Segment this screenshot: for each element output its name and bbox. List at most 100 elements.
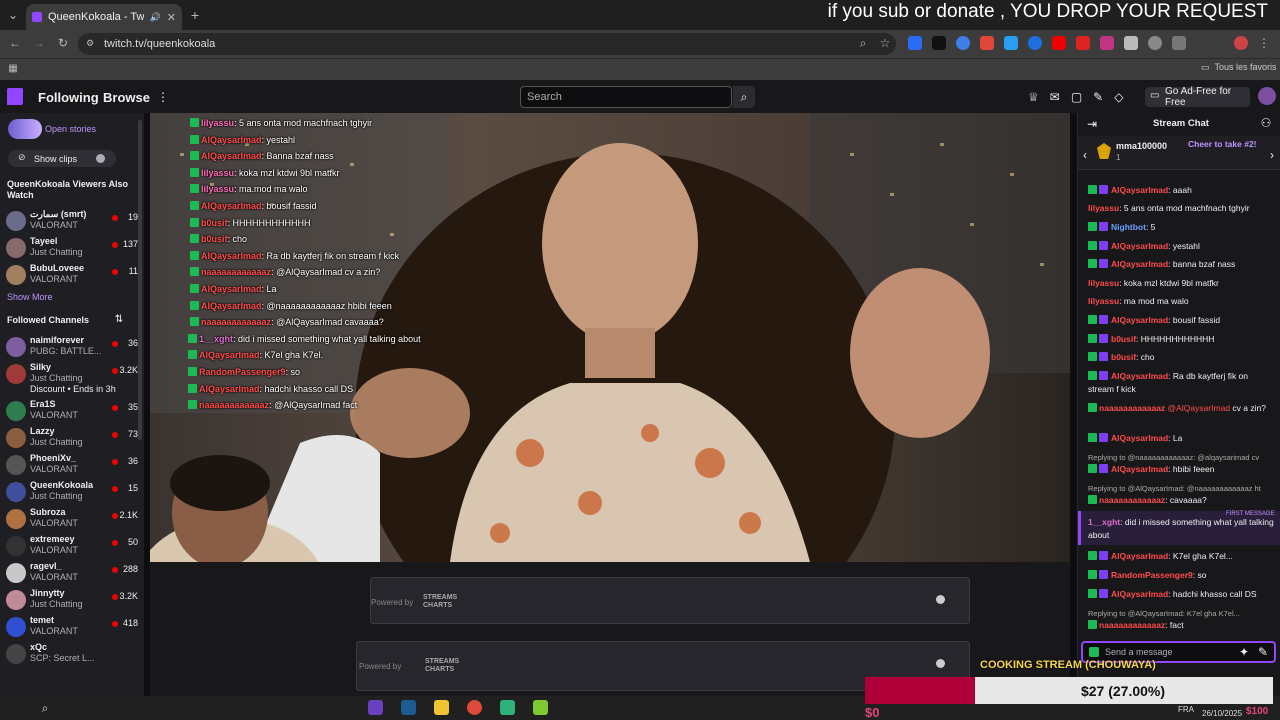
extensions-puzzle-icon[interactable] (1172, 36, 1186, 50)
chat-mention[interactable]: @AlQaysarImad (1168, 403, 1230, 413)
nav-following[interactable]: Following (38, 90, 99, 105)
panel-close-icon[interactable] (936, 659, 945, 668)
nav-browse[interactable]: Browse (103, 90, 150, 105)
chat-username[interactable]: 1__xght (1088, 517, 1120, 527)
avatar[interactable] (1234, 36, 1248, 50)
new-tab-icon[interactable]: + (188, 7, 202, 23)
extension-icon[interactable] (980, 36, 994, 50)
sidebar-channel[interactable]: naimiforever PUBG: BATTLE... 36 (0, 333, 144, 360)
address-bar[interactable]: twitch.tv/queenkokoala (78, 33, 896, 55)
sidebar-channel[interactable]: Lazzy Just Chatting 73 (0, 424, 144, 451)
open-stories-link[interactable]: Open stories (45, 124, 96, 134)
sidebar-channel[interactable]: BubuLoveee VALORANT 11 (0, 261, 144, 288)
pinned-username[interactable]: mma100000 (1116, 141, 1167, 151)
crown-icon[interactable]: ♕ (1028, 90, 1039, 104)
steam-icon[interactable] (401, 700, 416, 715)
chrome-icon[interactable] (467, 700, 482, 715)
extension-icon[interactable] (1076, 36, 1090, 50)
chat-users-icon[interactable]: ⚇ (1260, 116, 1272, 130)
chat-username[interactable]: b0usif (1111, 352, 1136, 362)
folder-icon[interactable] (434, 700, 449, 715)
taskbar-date[interactable]: 26/10/2025 (1202, 709, 1242, 718)
sidebar-channel[interactable]: temet VALORANT 418 (0, 613, 144, 640)
app-icon[interactable] (368, 700, 383, 715)
tab-close-icon[interactable]: ✕ (167, 11, 176, 24)
search-input[interactable]: Search (520, 86, 732, 108)
profile-icon[interactable] (1148, 36, 1162, 50)
notifications-icon[interactable]: ▢ (1071, 90, 1082, 104)
sidebar-channel[interactable]: xQc SCP: Secret L... (0, 640, 144, 667)
chat-badge-icon[interactable] (1089, 647, 1099, 657)
apps-grid-icon[interactable]: ▦ (7, 62, 19, 74)
sidebar-channel[interactable]: PhoeniXv_ VALORANT 36 (0, 451, 144, 478)
reload-icon[interactable]: ↻ (56, 36, 70, 50)
chat-username[interactable]: AlQaysarImad (1111, 551, 1168, 561)
show-clips-toggle[interactable]: ⊘ Show clips (8, 150, 116, 167)
chat-username[interactable]: AlQaysarImad (1111, 185, 1168, 195)
browser-tab[interactable]: QueenKokoala - Twitch 🔊 ✕ (26, 4, 182, 30)
emote-icon[interactable]: ✦ (1238, 645, 1250, 659)
cheer-link[interactable]: Cheer to take #2! (1188, 139, 1257, 149)
chat-username[interactable]: b0usif (1111, 334, 1136, 344)
youtube-icon[interactable] (1052, 36, 1066, 50)
chat-username[interactable]: AlQaysarImad (1111, 371, 1168, 381)
tab-audio-icon[interactable]: 🔊 (150, 12, 161, 23)
sidebar-channel[interactable]: سمارت (smrt) VALORANT 19 (0, 207, 144, 234)
chat-username[interactable]: lilyassu (1088, 278, 1119, 288)
extension-icon[interactable] (956, 36, 970, 50)
tab-search-icon[interactable]: ⌄ (6, 8, 20, 22)
show-more-link[interactable]: Show More (7, 292, 53, 302)
back-icon[interactable]: ← (8, 36, 22, 50)
bits-icon[interactable]: ✎ (1257, 645, 1269, 659)
sidebar-channel[interactable]: Silky Just Chatting 3.2K Discount • Ends in… (0, 360, 144, 394)
chat-username[interactable]: lilyassu (1088, 296, 1119, 306)
extension-icon[interactable] (1124, 36, 1138, 50)
panel-close-icon[interactable] (936, 595, 945, 604)
user-avatar[interactable] (1258, 87, 1276, 105)
chat-username[interactable]: AlQaysarImad (1111, 259, 1168, 269)
stories-avatars[interactable] (8, 119, 42, 139)
chat-username[interactable]: AlQaysarImad (1111, 315, 1168, 325)
keyboard-language[interactable]: FRA (1178, 705, 1194, 714)
sidebar-channel[interactable]: Jinnytty Just Chatting 3.2K (0, 586, 144, 613)
extension-icon[interactable] (1100, 36, 1114, 50)
app-icon[interactable] (533, 700, 548, 715)
chat-username[interactable]: naaaaaaaaaaaaz (1099, 403, 1165, 413)
collapse-chat-icon[interactable]: ⇥ (1086, 117, 1098, 131)
sort-icon[interactable]: ⇅ (113, 313, 125, 325)
gem-icon[interactable]: ◇ (1114, 90, 1123, 104)
search-icon[interactable]: ⌕ (38, 701, 52, 715)
chat-username[interactable]: lilyassu (1088, 203, 1119, 213)
forward-icon[interactable]: → (32, 36, 46, 50)
chat-username[interactable]: AlQaysarImad (1111, 464, 1168, 474)
browser-menu-icon[interactable]: ⋮ (1258, 36, 1270, 50)
sidebar-scrollbar[interactable] (138, 120, 142, 440)
more-menu-icon[interactable]: ⋮ (157, 89, 169, 105)
chat-username[interactable]: AlQaysarImad (1111, 589, 1168, 599)
extension-icon[interactable] (908, 36, 922, 50)
extension-icon[interactable] (932, 36, 946, 50)
close-icon[interactable] (96, 154, 105, 163)
bookmark-star-icon[interactable]: ☆ (878, 36, 892, 50)
next-arrow-icon[interactable]: › (1268, 148, 1276, 162)
inbox-icon[interactable]: ✉ (1050, 90, 1060, 104)
zoom-icon[interactable]: ⌕ (856, 36, 870, 50)
prev-arrow-icon[interactable]: ‹ (1081, 148, 1089, 162)
video-player[interactable]: lilyassu: 5 ans onta mod machfnach tghyi… (150, 113, 1070, 562)
sidebar-channel[interactable]: Era1S VALORANT 35 (0, 397, 144, 424)
chat-username[interactable]: AlQaysarImad (1111, 433, 1168, 443)
ad-free-button[interactable]: ▭ Go Ad-Free for Free (1145, 86, 1250, 108)
chat-username[interactable]: Nightbot (1111, 222, 1146, 232)
sidebar-channel[interactable]: Subroza VALORANT 2.1K (0, 505, 144, 532)
chat-username[interactable]: naaaaaaaaaaaaz (1099, 495, 1165, 505)
chat-username[interactable]: naaaaaaaaaaaaz (1099, 620, 1165, 630)
twitch-logo-icon[interactable] (7, 88, 23, 105)
extension-icon[interactable] (1028, 36, 1042, 50)
app-icon[interactable] (500, 700, 515, 715)
sidebar-channel[interactable]: Tayeel Just Chatting 137 (0, 234, 144, 261)
sidebar-channel[interactable]: ragevl_ VALORANT 288 (0, 559, 144, 586)
bits-icon[interactable]: ✎ (1093, 90, 1103, 104)
streams-charts-panel[interactable]: Powered by STREAMS CHARTS (370, 577, 970, 624)
sidebar-channel[interactable]: QueenKokoala Just Chatting 15 (0, 478, 144, 505)
chat-username[interactable]: AlQaysarImad (1111, 241, 1168, 251)
